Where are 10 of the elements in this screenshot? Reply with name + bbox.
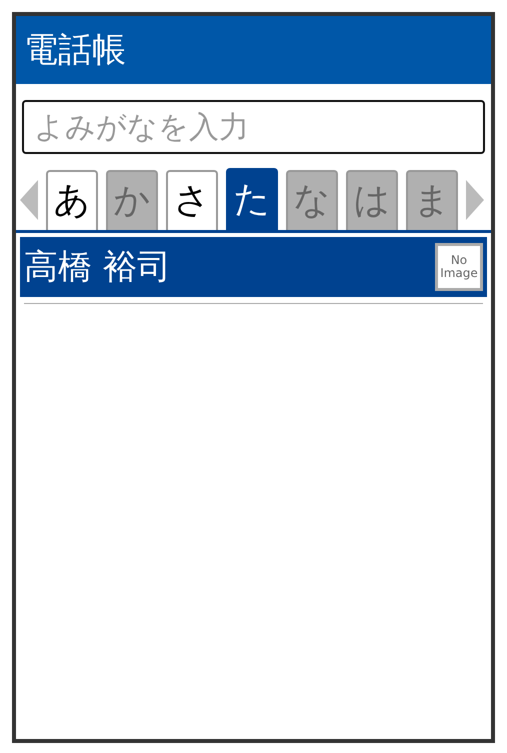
left-arrow-icon[interactable]	[20, 180, 38, 220]
index-tab[interactable]: さ	[166, 170, 218, 230]
right-arrow-icon[interactable]	[466, 180, 484, 220]
app-title: 電話帳	[24, 33, 126, 67]
contact-row[interactable]: 高橋 裕司 No Image	[20, 237, 487, 297]
index-tab[interactable]: あ	[46, 170, 98, 230]
photo-placeholder: No Image	[435, 243, 483, 291]
search-field[interactable]: よみがなを入力	[22, 100, 485, 154]
index-tab[interactable]: た	[226, 168, 278, 230]
contact-name: 高橋 裕司	[24, 250, 171, 284]
